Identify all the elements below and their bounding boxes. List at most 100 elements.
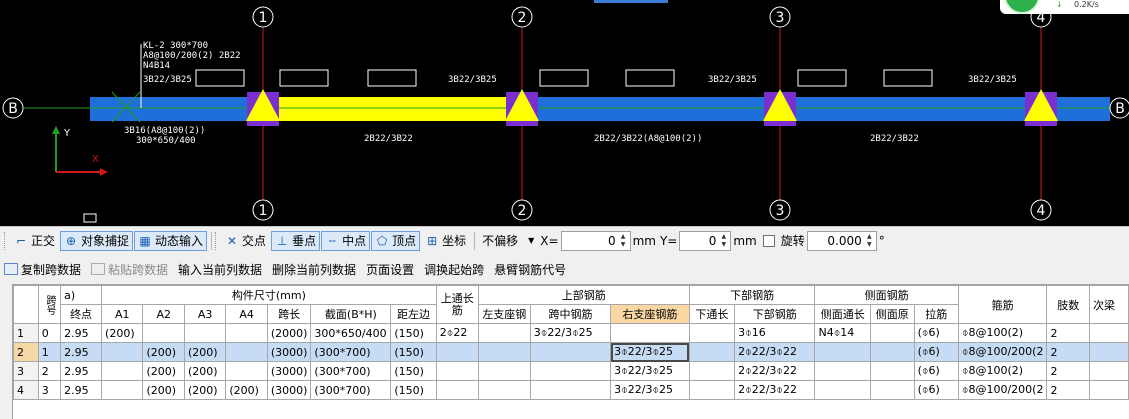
label-box[interactable] (195, 69, 245, 87)
top-through-header[interactable]: 上通长筋 (435, 285, 479, 324)
cell-span-length[interactable]: (3000) (266, 361, 312, 381)
a1-header[interactable]: A1 (101, 304, 144, 324)
coordinate-snap-button[interactable]: ⊞ 坐标 (421, 231, 470, 251)
cell-span[interactable]: 2 (37, 361, 62, 381)
cell-mid-span[interactable]: 3⌽22/3⌽25 (529, 323, 612, 343)
cell-a4[interactable] (225, 342, 268, 362)
label-box[interactable] (625, 69, 675, 87)
cell-a4[interactable] (225, 361, 268, 381)
left-seat-header[interactable]: 左支座钢 (477, 304, 531, 324)
cell-span-length[interactable]: (2000) (266, 323, 312, 343)
end-header[interactable]: 终点 (60, 304, 103, 324)
a3-header[interactable]: A3 (183, 304, 227, 324)
row-index[interactable]: 1 (13, 323, 39, 343)
beam-body[interactable] (90, 97, 1110, 121)
row-index[interactable]: 2 (13, 342, 39, 362)
cell-a2[interactable]: (200) (142, 380, 185, 400)
perpendicular-snap-button[interactable]: ⊥ 垂点 (271, 230, 321, 251)
adjust-start-span-button[interactable]: 调换起始跨 (424, 261, 484, 278)
side-steel-group-header[interactable]: 侧面钢筋 (814, 285, 959, 305)
cell-left-seat[interactable] (477, 342, 531, 362)
cell-side-orig[interactable] (869, 361, 915, 381)
row-index[interactable]: 3 (13, 361, 39, 381)
label-box[interactable] (279, 69, 329, 87)
cell-right-seat[interactable]: 3⌽22/3⌽25 (610, 361, 690, 381)
next-header[interactable]: 次梁 (1088, 285, 1129, 324)
cad-drawing-canvas[interactable]: 1 2 3 4 1 2 3 4 B B KL-2 300*700 A8@100/… (0, 0, 1129, 226)
cell-stirrup[interactable]: ⌽8@100/200(2 (957, 342, 1048, 362)
cell-a2[interactable]: (200) (142, 361, 185, 381)
cell-end[interactable]: 2.95 (60, 380, 103, 400)
cell-stirrup[interactable]: ⌽8@100/200(2 (957, 380, 1048, 400)
cell-top-through[interactable] (435, 380, 479, 400)
cell-a3[interactable]: (200) (183, 380, 227, 400)
table-row[interactable]: 3 2 2.95 (200) (200) (3000) (300*700) (1… (13, 361, 1129, 381)
a4-header[interactable]: A4 (225, 304, 268, 324)
ortho-button[interactable]: ⌐ 正交 (10, 231, 59, 251)
cell-legs[interactable]: 2 (1046, 323, 1090, 343)
y-offset-spinner-icon[interactable]: ▲ ▼ (718, 233, 729, 249)
dynamic-input-button[interactable]: ▦ 动态输入 (134, 230, 208, 251)
table-row-selected[interactable]: 2 1 2.95 (200) (200) (3000) (300*700) (1… (13, 342, 1129, 362)
section-header[interactable]: 截面(B*H) (310, 304, 392, 324)
cell-a2[interactable]: (200) (142, 342, 185, 362)
cell-a3[interactable]: (200) (183, 342, 227, 362)
stirrup-header[interactable]: 箍筋 (957, 285, 1048, 324)
label-box[interactable] (883, 69, 933, 87)
rotate-checkbox[interactable] (762, 234, 775, 247)
toolbar-grip[interactable] (4, 231, 7, 250)
cell-right-seat[interactable] (610, 323, 690, 343)
cell-legs[interactable]: 2 (1046, 380, 1090, 400)
span-length-header[interactable]: 跨长 (266, 304, 312, 324)
partial-header[interactable]: a) (60, 285, 103, 305)
label-box[interactable] (539, 69, 589, 87)
cell-a2[interactable] (142, 323, 185, 343)
cell-side-orig[interactable] (869, 342, 915, 362)
mid-span-header[interactable]: 跨中钢筋 (529, 304, 612, 324)
cell-bottom-through[interactable] (688, 323, 736, 343)
cell-legs[interactable]: 2 (1046, 342, 1090, 362)
tie-header[interactable]: 拉筋 (913, 304, 959, 324)
bottom-bars-header[interactable]: 下部钢筋 (734, 304, 816, 324)
cell-bottom-bars[interactable]: 2⌽22/3⌽22 (734, 342, 816, 362)
cell-side-through[interactable] (814, 361, 871, 381)
copy-span-button[interactable]: 复制跨数据 (4, 261, 81, 278)
label-box[interactable] (797, 69, 847, 87)
delete-column-button[interactable]: 删除当前列数据 (272, 261, 356, 278)
object-snap-button[interactable]: ⊕ 对象捕捉 (60, 230, 134, 251)
cell-bottom-through[interactable] (688, 380, 736, 400)
side-through-header[interactable]: 侧面通长 (814, 304, 871, 324)
table-row[interactable]: 4 3 2.95 (200) (200) (200) (3000) (300*7… (13, 380, 1129, 400)
input-column-button[interactable]: 输入当前列数据 (178, 261, 262, 278)
cell-a1[interactable]: (200) (101, 323, 144, 343)
intersection-snap-button[interactable]: ✕ 交点 (221, 231, 270, 251)
cell-end[interactable]: 2.95 (60, 342, 103, 362)
offset-mode-select[interactable]: 不偏移 ▼ (478, 231, 538, 251)
span-data-grid[interactable]: 跨号 a) 构件尺寸(mm) 上通长筋 上部钢筋 下部钢筋 侧面钢筋 箍筋 肢数… (12, 284, 1129, 419)
cantilever-code-button[interactable]: 悬臂钢筋代号 (494, 261, 566, 278)
cell-next[interactable] (1088, 361, 1129, 381)
side-orig-header[interactable]: 侧面原 (869, 304, 915, 324)
cell-a1[interactable] (101, 361, 144, 381)
cell-left-seat[interactable] (477, 323, 531, 343)
cell-mid-span[interactable] (529, 342, 612, 362)
page-setup-button[interactable]: 页面设置 (366, 261, 414, 278)
bottom-steel-group-header[interactable]: 下部钢筋 (688, 285, 816, 305)
cell-dist-edge[interactable]: (150) (390, 323, 437, 343)
span-no-header[interactable]: 跨号 (37, 285, 62, 324)
cell-side-through[interactable]: N4⌽14 (814, 323, 871, 343)
cell-legs[interactable]: 2 (1046, 361, 1090, 381)
cell-top-through[interactable] (435, 342, 479, 362)
cell-top-through[interactable]: 2⌽22 (435, 323, 479, 343)
cell-dist-edge[interactable]: (150) (390, 361, 437, 381)
cell-stirrup[interactable]: ⌽8@100(2) (957, 361, 1048, 381)
cell-span[interactable]: 1 (37, 342, 62, 362)
cell-side-orig[interactable] (869, 380, 915, 400)
row-index[interactable]: 4 (13, 380, 39, 400)
top-steel-group-header[interactable]: 上部钢筋 (477, 285, 690, 305)
x-offset-input[interactable]: 0 ▲ ▼ (560, 230, 631, 251)
cell-a3[interactable]: (200) (183, 361, 227, 381)
legs-header[interactable]: 肢数 (1046, 285, 1090, 324)
cell-bottom-through[interactable] (688, 342, 736, 362)
cell-a4[interactable]: (200) (225, 380, 268, 400)
